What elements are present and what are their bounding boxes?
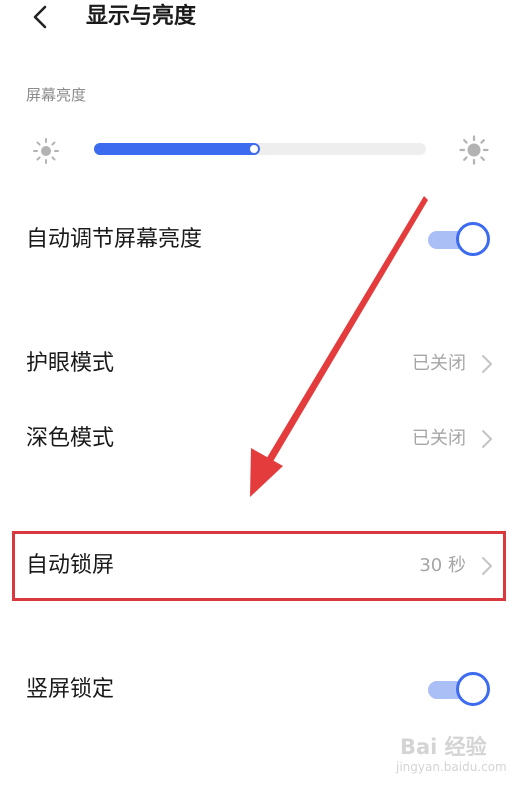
brightness-slider[interactable]: [94, 143, 426, 155]
annotation-highlight-box: [12, 531, 506, 601]
baidu-watermark: Bai 经验 jingyan.baidu.com: [396, 734, 508, 778]
eye-care-label: 护眼模式: [26, 351, 115, 376]
brightness-section-label: 屏幕亮度: [26, 86, 87, 104]
back-button[interactable]: [26, 2, 56, 32]
page-title: 显示与亮度: [86, 4, 197, 29]
auto-brightness-toggle[interactable]: [428, 222, 490, 256]
dark-mode-value: 已关闭: [412, 428, 466, 449]
watermark-main-text: Bai 经验: [400, 735, 487, 759]
sun-small-icon: [33, 138, 59, 164]
chevron-right-icon: [482, 355, 492, 373]
header-bar: 显示与亮度: [0, 0, 518, 40]
toggle-knob: [456, 222, 490, 256]
brightness-slider-thumb[interactable]: [250, 145, 258, 153]
portrait-lock-toggle[interactable]: [428, 672, 490, 706]
portrait-lock-label: 竖屏锁定: [26, 677, 115, 702]
row-dark-mode[interactable]: 深色模式 已关闭: [0, 411, 518, 467]
toggle-knob: [456, 672, 490, 706]
brightness-slider-fill: [94, 143, 260, 155]
auto-brightness-label: 自动调节屏幕亮度: [26, 227, 203, 252]
watermark-sub-text: jingyan.baidu.com: [396, 760, 507, 774]
row-auto-brightness[interactable]: 自动调节屏幕亮度: [0, 212, 518, 268]
dark-mode-label: 深色模式: [26, 426, 115, 451]
eye-care-value: 已关闭: [412, 353, 466, 374]
row-eye-care[interactable]: 护眼模式 已关闭: [0, 336, 518, 392]
row-portrait-lock[interactable]: 竖屏锁定: [0, 662, 518, 718]
chevron-left-icon: [33, 5, 47, 29]
sun-large-icon: [459, 135, 489, 165]
chevron-right-icon: [482, 430, 492, 448]
